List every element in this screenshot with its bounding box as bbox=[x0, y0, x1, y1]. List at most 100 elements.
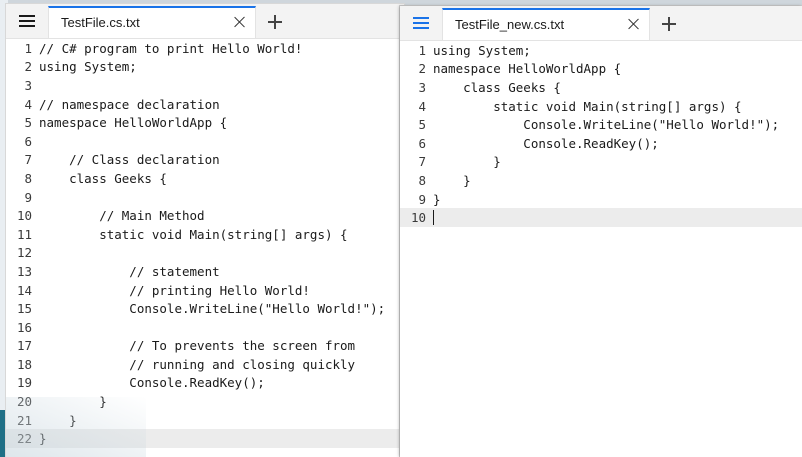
code-text: // running and closing quickly bbox=[39, 356, 356, 372]
line-number: 5 bbox=[24, 115, 32, 131]
text-editor[interactable]: 1 using System; 2 namespace HelloWorldApp {… bbox=[400, 41, 802, 457]
new-tab-button[interactable] bbox=[656, 12, 682, 36]
code-text: namespace HelloWorldApp { bbox=[39, 115, 228, 131]
code-line[interactable]: 6 Console.ReadKey(); bbox=[400, 134, 802, 153]
code-text: // To prevents the screen from bbox=[39, 338, 356, 354]
tab-title: TestFile.cs.txt bbox=[61, 15, 140, 30]
close-tab-button[interactable] bbox=[623, 14, 643, 34]
code-line[interactable]: 9 bbox=[6, 188, 404, 207]
code-line[interactable]: 7 } bbox=[400, 153, 802, 172]
code-line[interactable]: 16 bbox=[6, 318, 404, 337]
line-number: 18 bbox=[16, 356, 32, 372]
line-number: 21 bbox=[16, 412, 32, 428]
code-line[interactable]: 5 Console.WriteLine("Hello World!"); bbox=[400, 115, 802, 134]
code-text: } bbox=[39, 394, 107, 410]
menu-button[interactable] bbox=[8, 6, 46, 36]
code-line[interactable]: 21 } bbox=[6, 411, 404, 430]
code-line[interactable]: 3 class Geeks { bbox=[400, 78, 802, 97]
code-text: // statement bbox=[39, 263, 220, 279]
code-line[interactable]: 10 bbox=[400, 208, 802, 227]
line-number: 2 bbox=[24, 59, 32, 75]
text-editor[interactable]: 1 // C# program to print Hello World! 2 usi… bbox=[6, 39, 404, 457]
line-number: 4 bbox=[24, 96, 32, 112]
plus-icon bbox=[662, 17, 676, 31]
code-line[interactable]: 22} bbox=[6, 429, 404, 449]
new-tab-button[interactable] bbox=[262, 10, 288, 34]
code-text: // printing Hello World! bbox=[39, 282, 310, 298]
line-number: 3 bbox=[24, 77, 32, 93]
code-line[interactable]: 12 bbox=[6, 244, 404, 263]
line-number: 8 bbox=[24, 170, 32, 186]
notepad-window-left: TestFile.cs.txt 1 // C# program to print … bbox=[6, 4, 404, 457]
code-line[interactable]: 5 namespace HelloWorldApp { bbox=[6, 113, 404, 132]
close-icon bbox=[233, 16, 245, 28]
line-number: 16 bbox=[16, 319, 32, 335]
line-number: 9 bbox=[418, 191, 426, 207]
code-text: } bbox=[433, 191, 441, 207]
line-number: 7 bbox=[418, 154, 426, 170]
line-number: 1 bbox=[418, 42, 426, 58]
line-number: 2 bbox=[418, 61, 426, 77]
plus-icon bbox=[268, 15, 282, 29]
menu-button[interactable] bbox=[402, 8, 440, 38]
hamburger-icon bbox=[413, 17, 429, 29]
tab-bar: TestFile.cs.txt bbox=[6, 4, 404, 39]
tab-testfile[interactable]: TestFile.cs.txt bbox=[48, 6, 256, 38]
close-tab-button[interactable] bbox=[229, 12, 249, 32]
code-line[interactable]: 4 static void Main(string[] args) { bbox=[400, 97, 802, 116]
tab-title: TestFile_new.cs.txt bbox=[455, 17, 565, 32]
code-text: Console.ReadKey(); bbox=[39, 375, 265, 391]
code-line[interactable]: 3 bbox=[6, 76, 404, 95]
code-line[interactable]: 10 // Main Method bbox=[6, 206, 404, 225]
code-line[interactable]: 15 Console.WriteLine("Hello World!"); bbox=[6, 299, 404, 318]
code-text: } bbox=[39, 412, 77, 428]
line-number: 15 bbox=[16, 301, 32, 317]
line-number: 13 bbox=[16, 263, 32, 279]
code-text: } bbox=[433, 154, 501, 170]
line-number: 8 bbox=[418, 172, 426, 188]
line-number: 6 bbox=[24, 133, 32, 149]
line-number: 20 bbox=[16, 394, 32, 410]
close-icon bbox=[627, 18, 639, 30]
code-line[interactable]: 2 using System; bbox=[6, 58, 404, 77]
code-text: Console.ReadKey(); bbox=[433, 135, 659, 151]
code-line[interactable]: 14 // printing Hello World! bbox=[6, 281, 404, 300]
line-number: 5 bbox=[418, 117, 426, 133]
line-number: 19 bbox=[16, 375, 32, 391]
tab-bar: TestFile_new.cs.txt bbox=[400, 6, 802, 41]
code-line[interactable]: 18 // running and closing quickly bbox=[6, 355, 404, 374]
code-line[interactable]: 8 } bbox=[400, 171, 802, 190]
code-text: static void Main(string[] args) { bbox=[433, 98, 742, 114]
code-text: using System; bbox=[39, 59, 137, 75]
line-number: 22 bbox=[16, 431, 32, 447]
code-line[interactable]: 1 using System; bbox=[400, 41, 802, 60]
code-line[interactable]: 1 // C# program to print Hello World! bbox=[6, 39, 404, 58]
code-text: } bbox=[39, 431, 47, 447]
code-text: class Geeks { bbox=[39, 170, 167, 186]
code-line[interactable]: 7 // Class declaration bbox=[6, 151, 404, 170]
code-line[interactable]: 2 namespace HelloWorldApp { bbox=[400, 60, 802, 79]
code-line[interactable]: 13 // statement bbox=[6, 262, 404, 281]
code-line[interactable]: 9} bbox=[400, 190, 802, 209]
code-text: using System; bbox=[433, 42, 531, 58]
tab-testfile-new[interactable]: TestFile_new.cs.txt bbox=[442, 8, 650, 40]
code-line[interactable]: 20 } bbox=[6, 392, 404, 411]
code-text: class Geeks { bbox=[433, 79, 561, 95]
code-text: // Class declaration bbox=[39, 152, 220, 168]
line-number: 10 bbox=[410, 210, 426, 226]
code-line[interactable]: 4 // namespace declaration bbox=[6, 95, 404, 114]
code-text: // C# program to print Hello World! bbox=[39, 40, 303, 56]
code-line[interactable]: 6 bbox=[6, 132, 404, 151]
line-number: 14 bbox=[16, 282, 32, 298]
code-line[interactable]: 8 class Geeks { bbox=[6, 169, 404, 188]
code-line[interactable]: 11 static void Main(string[] args) { bbox=[6, 225, 404, 244]
line-number: 9 bbox=[24, 189, 32, 205]
line-number: 11 bbox=[16, 226, 32, 242]
line-number: 1 bbox=[24, 40, 32, 56]
code-text: Console.WriteLine("Hello World!"); bbox=[433, 117, 780, 133]
notepad-window-right: TestFile_new.cs.txt 1 using System; 2 names… bbox=[400, 6, 802, 457]
text-caret bbox=[433, 210, 434, 226]
code-line[interactable]: 19 Console.ReadKey(); bbox=[6, 374, 404, 393]
code-text: // namespace declaration bbox=[39, 96, 220, 112]
code-line[interactable]: 17 // To prevents the screen from bbox=[6, 337, 404, 356]
